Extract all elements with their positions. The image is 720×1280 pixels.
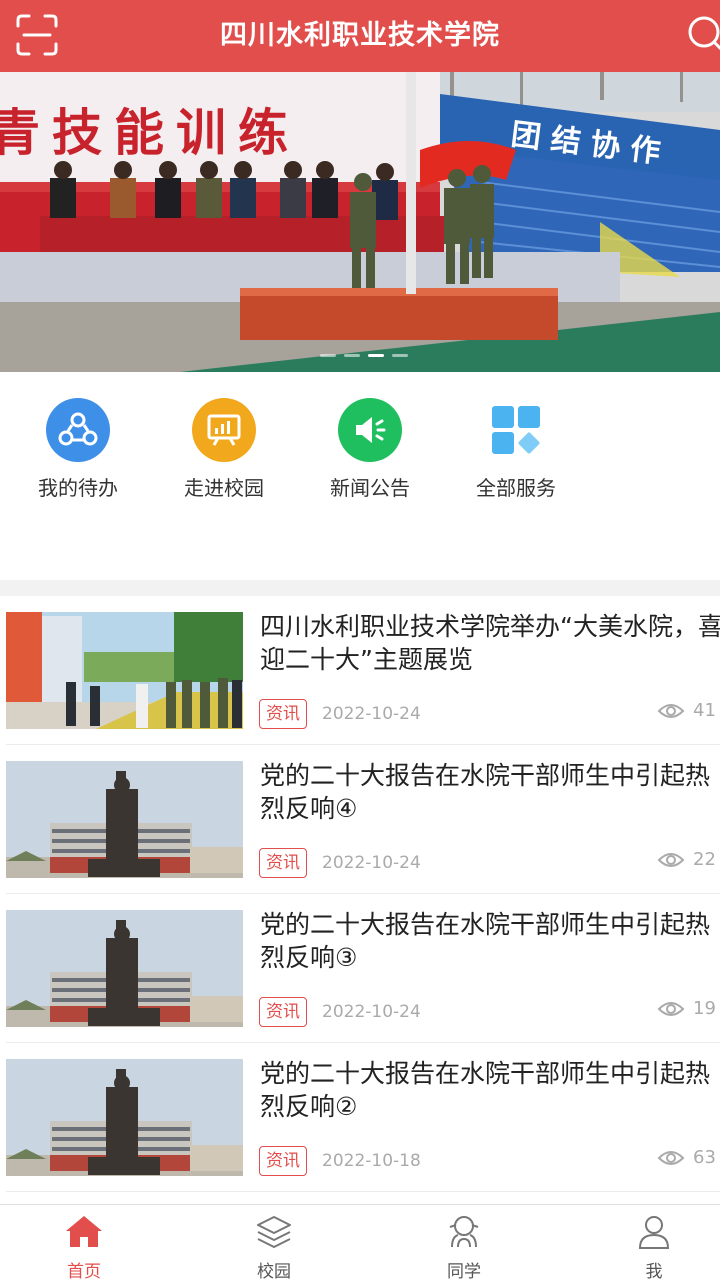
person-icon — [638, 1216, 670, 1249]
eye-icon — [657, 852, 685, 867]
tab-label: 首页 — [67, 1262, 101, 1280]
news-thumbnail — [6, 761, 243, 878]
news-views: 63 — [657, 1147, 716, 1168]
tab-label: 校园 — [257, 1262, 291, 1280]
news-date: 2022-10-24 — [322, 1002, 421, 1022]
carousel-indicator — [320, 354, 408, 357]
news-title: 四川水利职业技术学院举办“大美水院，喜迎二十大”主题展览 — [260, 612, 720, 674]
quick-services: 我的待办 走进校园 新闻公告 全部服务 — [0, 372, 720, 580]
news-thumbnail — [6, 910, 243, 1027]
service-label: 新闻公告 — [330, 476, 410, 500]
news-tag: 资讯 — [259, 997, 307, 1027]
news-view-count: 19 — [693, 998, 716, 1019]
carousel-dot-active[interactable] — [368, 354, 384, 357]
news-title: 党的二十大报告在水院干部师生中引起热烈反响④ — [260, 761, 711, 823]
eye-icon — [657, 703, 685, 718]
service-all[interactable]: 全部服务 — [466, 398, 566, 501]
banner-carousel[interactable]: 青技能训练 团结协作 — [0, 72, 720, 372]
news-date: 2022-10-18 — [322, 1151, 421, 1171]
home-icon — [66, 1216, 102, 1247]
tab-me[interactable]: 我 — [614, 1213, 694, 1280]
service-label: 我的待办 — [38, 476, 118, 500]
news-thumbnail — [6, 1059, 243, 1176]
carousel-dot[interactable] — [320, 354, 336, 357]
news-item[interactable]: 党的二十大报告在水院干部师生中引起热烈反响③ 资讯 2022-10-24 19 — [0, 894, 720, 1043]
app-header: 四川水利职业技术学院 — [0, 0, 720, 72]
news-item[interactable]: 党的二十大报告在水院干部师生中引起热烈反响② 资讯 2022-10-18 63 — [0, 1043, 720, 1192]
service-campus[interactable]: 走进校园 — [174, 398, 274, 501]
megaphone-icon — [338, 398, 402, 462]
all-services-grid-icon — [484, 398, 548, 462]
row-divider — [6, 1191, 720, 1192]
news-title: 党的二十大报告在水院干部师生中引起热烈反响③ — [260, 910, 711, 972]
tab-campus[interactable]: 校园 — [234, 1213, 314, 1280]
eye-icon — [657, 1150, 685, 1165]
carousel-dot[interactable] — [392, 354, 408, 357]
news-tag: 资讯 — [259, 848, 307, 878]
news-view-count: 41 — [693, 700, 716, 721]
layers-icon — [257, 1216, 291, 1248]
service-label: 走进校园 — [184, 476, 264, 500]
news-tag: 资讯 — [259, 699, 307, 729]
section-divider — [0, 580, 720, 596]
news-item[interactable]: 党的二十大报告在水院干部师生中引起热烈反响④ 资讯 2022-10-24 22 — [0, 745, 720, 894]
tab-label: 我 — [645, 1262, 663, 1280]
news-views: 19 — [657, 998, 716, 1019]
banner-slogan: 青技能训练 — [0, 103, 300, 162]
news-tag: 资讯 — [259, 1146, 307, 1176]
campus-board-icon — [192, 398, 256, 462]
carousel-dot[interactable] — [344, 354, 360, 357]
todo-icon — [46, 398, 110, 462]
bottom-tab-bar: 首页 校园 同学 我 — [0, 1204, 720, 1280]
service-label: 全部服务 — [476, 476, 556, 500]
search-icon[interactable] — [680, 14, 720, 56]
service-news[interactable]: 新闻公告 — [320, 398, 420, 501]
news-list: 四川水利职业技术学院举办“大美水院，喜迎二十大”主题展览 资讯 2022-10-… — [0, 596, 720, 1204]
news-views: 22 — [657, 849, 716, 870]
eye-icon — [657, 1001, 685, 1016]
tab-home[interactable]: 首页 — [44, 1213, 124, 1280]
banner-photo: 青技能训练 团结协作 — [0, 72, 720, 372]
tab-label: 同学 — [447, 1262, 481, 1280]
news-views: 41 — [657, 700, 716, 721]
tab-classmates[interactable]: 同学 — [424, 1213, 504, 1280]
news-title: 党的二十大报告在水院干部师生中引起热烈反响② — [260, 1059, 711, 1121]
classmates-icon — [449, 1216, 479, 1248]
news-thumbnail — [6, 612, 243, 729]
news-view-count: 63 — [693, 1147, 716, 1168]
page-title: 四川水利职业技术学院 — [220, 20, 500, 51]
news-view-count: 22 — [693, 849, 716, 870]
news-date: 2022-10-24 — [322, 853, 421, 873]
service-my-todo[interactable]: 我的待办 — [28, 398, 128, 501]
news-date: 2022-10-24 — [322, 704, 421, 724]
news-item[interactable]: 四川水利职业技术学院举办“大美水院，喜迎二十大”主题展览 资讯 2022-10-… — [0, 596, 720, 745]
